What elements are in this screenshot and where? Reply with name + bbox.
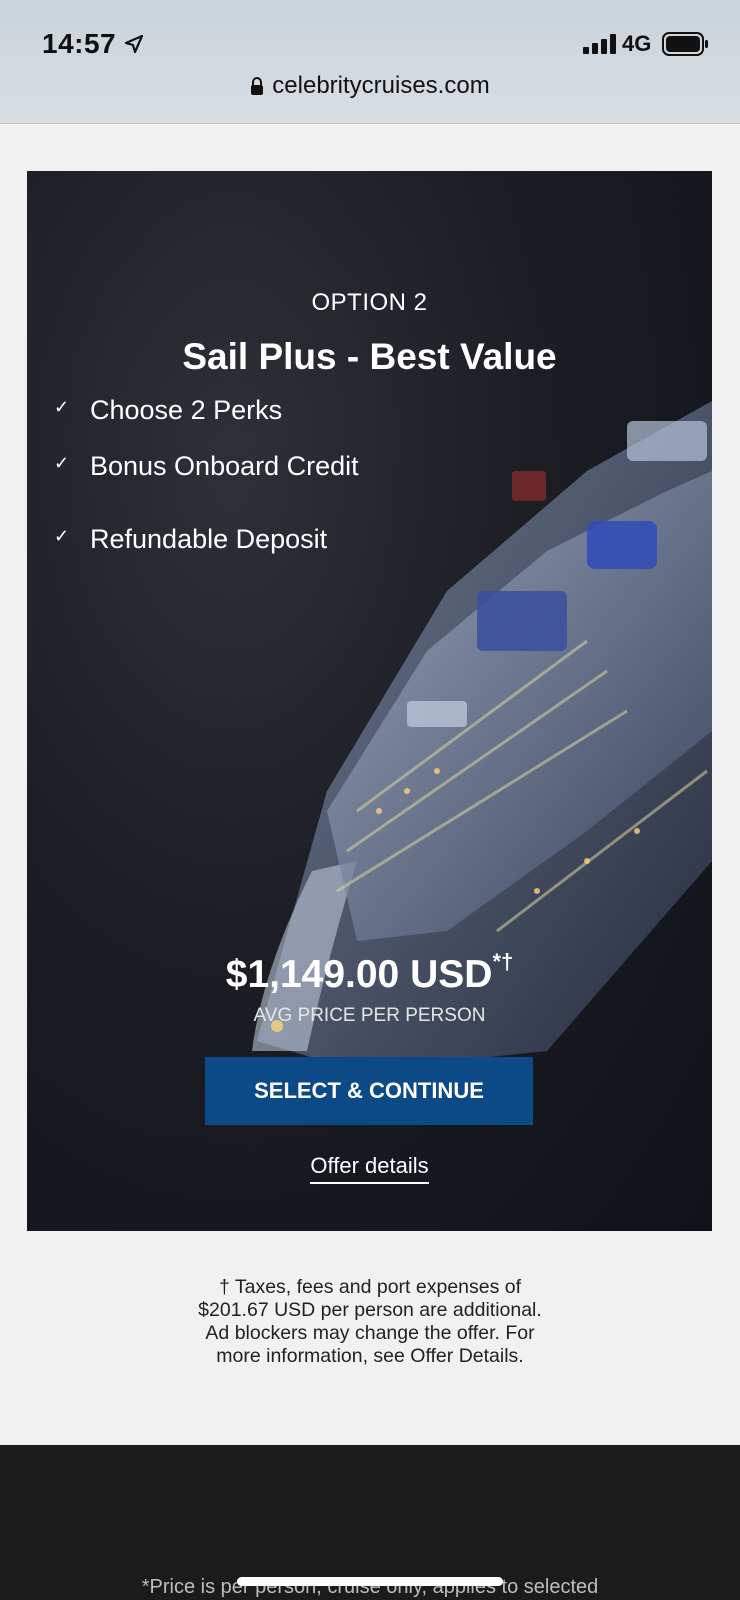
price-footnote-marks: *† <box>492 949 514 974</box>
taxes-disclaimer: † Taxes, fees and port expenses of $201.… <box>198 1276 542 1367</box>
url-text: celebritycruises.com <box>272 72 490 99</box>
perk-item: ✓ Choose 2 Perks <box>54 395 282 426</box>
perk-label: Refundable Deposit <box>90 524 328 554</box>
signal-icon <box>583 34 616 54</box>
offer-details-link[interactable]: Offer details <box>310 1153 429 1184</box>
price: $1,149.00 USD*† <box>27 949 712 997</box>
offer-card: OPTION 2 Sail Plus - Best Value ✓ Choose … <box>27 171 712 1231</box>
check-icon: ✓ <box>54 526 70 546</box>
home-indicator <box>237 1577 503 1586</box>
network-type: 4G <box>622 31 652 56</box>
perk-item: ✓ Refundable Deposit <box>54 524 327 555</box>
select-continue-button[interactable]: SELECT & CONTINUE <box>205 1057 533 1125</box>
offer-details-link-row: Offer details <box>27 1153 712 1184</box>
check-icon: ✓ <box>54 453 70 473</box>
offer-title: Sail Plus - Best Value <box>182 336 557 377</box>
price-caption: AVG PRICE PER PERSON <box>253 1005 486 1026</box>
address-bar[interactable]: celebritycruises.com <box>0 72 740 100</box>
battery-icon <box>662 32 708 56</box>
option-label: OPTION 2 <box>311 289 428 316</box>
check-icon: ✓ <box>54 397 70 417</box>
perk-label: Bonus Onboard Credit <box>90 451 359 481</box>
perk-item: ✓ Bonus Onboard Credit <box>54 451 359 482</box>
status-time: 14:57 <box>42 28 117 59</box>
location-arrow-icon <box>124 34 144 54</box>
perk-label: Choose 2 Perks <box>90 395 283 425</box>
price-amount: $1,149.00 USD <box>225 953 493 996</box>
lock-icon <box>251 77 264 95</box>
browser-top-bar: 14:57 4G celebritycruises.com <box>0 0 740 124</box>
